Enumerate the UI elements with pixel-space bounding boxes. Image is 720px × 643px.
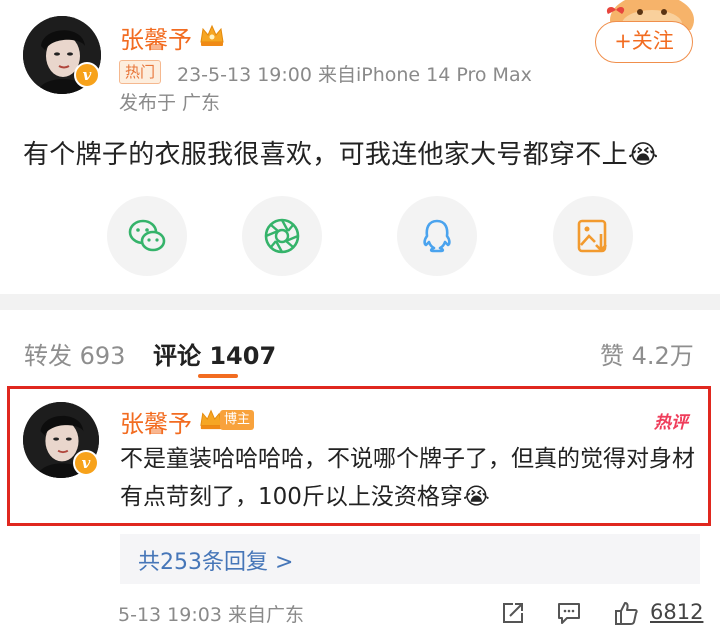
tab-likes[interactable]: 赞 4.2万 xyxy=(600,336,694,371)
replies-box[interactable]: 共253条回复 > xyxy=(120,534,700,584)
share-qq-button[interactable] xyxy=(397,196,477,276)
verified-badge-icon: v xyxy=(74,62,100,88)
host-badge: 博主 xyxy=(220,410,255,430)
thumbs-up-icon[interactable] xyxy=(613,600,639,626)
view-replies-link[interactable]: 共253条回复 > xyxy=(138,544,293,576)
follow-button[interactable]: +关注 xyxy=(595,21,693,63)
tab-repost[interactable]: 转发 693 xyxy=(24,336,125,371)
hot-tag: 热门 xyxy=(119,60,162,84)
comment-text: 不是童装哈哈哈哈，不说哪个牌子了，但真的觉得对身材有点苛刻了，100斤以上没资格… xyxy=(120,446,695,510)
post-text: 有个牌子的衣服我很喜欢，可我连他家大号都穿不上😭 xyxy=(23,140,659,170)
post-location: 发布于 广东 xyxy=(119,92,221,114)
active-tab-indicator xyxy=(198,374,238,378)
hot-comment-badge: 热评 xyxy=(654,413,688,433)
save-image-button[interactable] xyxy=(553,196,633,276)
section-divider xyxy=(0,294,720,310)
moments-icon xyxy=(264,218,300,254)
qq-icon xyxy=(423,219,451,253)
post-meta: 23-5-13 19:00 来自iPhone 14 Pro Max xyxy=(177,64,532,86)
share-icon[interactable] xyxy=(500,600,526,626)
wechat-icon xyxy=(128,219,166,252)
save-image-icon xyxy=(577,219,607,253)
vip-crown-icon xyxy=(200,24,224,46)
tab-comments[interactable]: 评论 1407 xyxy=(153,336,276,371)
post-author-name[interactable]: 张馨予 xyxy=(120,20,192,55)
verified-badge-icon: v xyxy=(73,450,99,476)
comment-icon[interactable] xyxy=(556,600,582,626)
share-moments-button[interactable] xyxy=(242,196,322,276)
comment-meta: 5-13 19:03 来自广东 xyxy=(118,604,304,626)
comment-author-name[interactable]: 张馨予 xyxy=(120,404,192,439)
share-wechat-button[interactable] xyxy=(107,196,187,276)
comment-like-count[interactable]: 6812 xyxy=(650,600,703,624)
